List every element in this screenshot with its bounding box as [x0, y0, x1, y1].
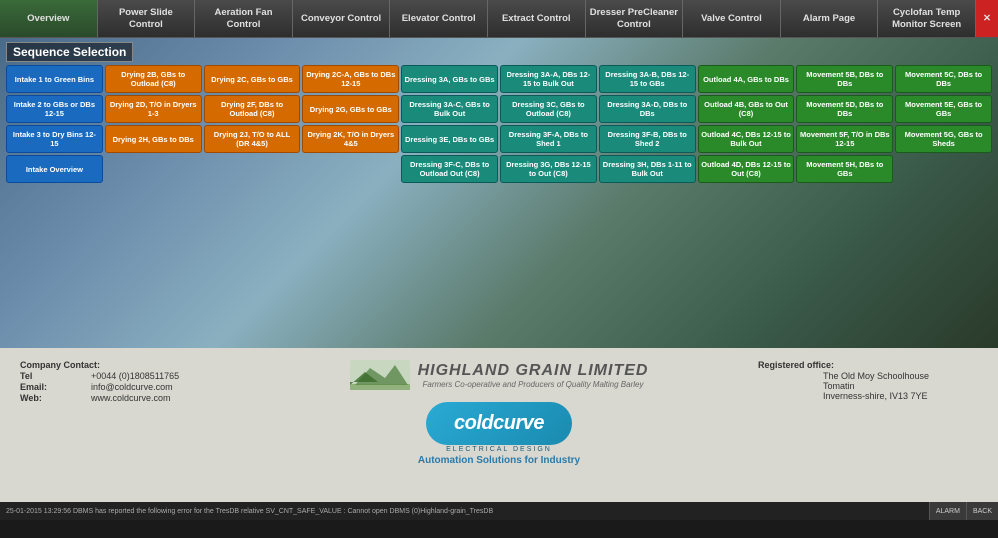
reg-address1: The Old Moy Schoolhouse	[823, 371, 978, 381]
seq-btn-intake1[interactable]: Intake 1 to Green Bins	[6, 65, 103, 93]
main-area: Sequence Selection Intake 1 to Green Bin…	[0, 38, 998, 348]
seq-btn-dress3aa[interactable]: Dressing 3A-A, DBs 12-15 to Bulk Out	[500, 65, 597, 93]
automation-text: Automation Solutions for Industry	[418, 455, 580, 466]
reg-label: Registered office:	[758, 360, 834, 370]
seq-btn-dry2c[interactable]: Drying 2C, GBs to GBs	[204, 65, 301, 93]
highland-sub: Farmers Co-operative and Producers of Qu…	[418, 380, 649, 389]
seq-btn-dress3ac[interactable]: Dressing 3A-C, GBs to Bulk Out	[401, 95, 498, 123]
tel-value: +0044 (0)1808511765	[91, 371, 179, 381]
nav-aeration-fan[interactable]: Aeration Fan Control	[195, 0, 293, 37]
seq-btn-empty4	[895, 155, 992, 183]
seq-btn-dress3fc[interactable]: Dressing 3F-C, DBs to Outload Out (C8)	[401, 155, 498, 183]
nav-valve[interactable]: Valve Control	[683, 0, 781, 37]
tel-label: Tel	[20, 371, 85, 381]
seq-btn-out4d[interactable]: Outload 4D, DBs 12-15 to Out (C8)	[698, 155, 795, 183]
seq-btn-mov5f[interactable]: Movement 5F, T/O in DBs 12-15	[796, 125, 893, 153]
sequence-title: Sequence Selection	[6, 42, 133, 62]
seq-btn-dry2g[interactable]: Drying 2G, GBs to GBs	[302, 95, 399, 123]
seq-btn-dress3c[interactable]: Dressing 3C, GBs to Outload (C8)	[500, 95, 597, 123]
coldcurve-oval: coldcurve	[426, 402, 572, 445]
reg-address2: Tomatin	[823, 381, 978, 391]
seq-btn-dress3ad[interactable]: Dressing 3A-D, DBs to DBs	[599, 95, 696, 123]
seq-btn-dry2k[interactable]: Drying 2K, T/O in Dryers 4&5	[302, 125, 399, 153]
seq-btn-dress3g[interactable]: Dressing 3G, DBs 12-15 to Out (C8)	[500, 155, 597, 183]
seq-btn-dry2b[interactable]: Drying 2B, GBs to Outload (C8)	[105, 65, 202, 93]
seq-btn-dry2f[interactable]: Drying 2F, DBs to Outload (C8)	[204, 95, 301, 123]
seq-btn-dress3h[interactable]: Dressing 3H, DBs 1-11 to Bulk Out	[599, 155, 696, 183]
seq-btn-dress3fb[interactable]: Dressing 3F-B, DBs to Shed 2	[599, 125, 696, 153]
seq-btn-out4a[interactable]: Outload 4A, GBs to DBs	[698, 65, 795, 93]
seq-btn-out4c[interactable]: Outload 4C, DBs 12-15 to Bulk Out	[698, 125, 795, 153]
nav-cyclofan[interactable]: Cyclofan Temp Monitor Screen	[878, 0, 976, 37]
bottom-right-buttons: ALARM BACK	[929, 502, 998, 520]
sequence-panel: Sequence Selection Intake 1 to Green Bin…	[0, 38, 998, 187]
web-label: Web:	[20, 393, 85, 403]
bottom-panel: Company Contact: Tel +0044 (0)1808511765…	[0, 348, 998, 520]
email-label: Email:	[20, 382, 85, 392]
center-logo: HIGHLAND GRAIN LIMITED Farmers Co-operat…	[250, 360, 748, 466]
nav-power-slide[interactable]: Power Slide Control	[98, 0, 196, 37]
nav-alarm[interactable]: Alarm Page	[781, 0, 879, 37]
left-contact: Company Contact: Tel +0044 (0)1808511765…	[20, 360, 240, 404]
status-text: 25-01-2015 13:29:56 DBMS has reported th…	[6, 508, 493, 515]
right-contact: Registered office: The Old Moy Schoolhou…	[758, 360, 978, 401]
coldcurve-name: coldcurve	[454, 412, 544, 435]
seq-btn-dress3a[interactable]: Dressing 3A, GBs to GBs	[401, 65, 498, 93]
status-bar: 25-01-2015 13:29:56 DBMS has reported th…	[0, 502, 998, 520]
nav-overview[interactable]: Overview	[0, 0, 98, 37]
seq-btn-mov5e[interactable]: Movement 5E, GBs to GBs	[895, 95, 992, 123]
seq-btn-dry2h[interactable]: Drying 2H, GBs to DBs	[105, 125, 202, 153]
highland-name: HIGHLAND GRAIN LIMITED	[418, 362, 649, 380]
seq-btn-mov5c[interactable]: Movement 5C, DBs to DBs	[895, 65, 992, 93]
coldcurve-logo: coldcurve ELECTRICAL DESIGN Automation S…	[418, 402, 580, 466]
seq-btn-mov5d[interactable]: Movement 5D, DBs to DBs	[796, 95, 893, 123]
seq-btn-dress3e[interactable]: Dressing 3E, DBs to GBs	[401, 125, 498, 153]
seq-btn-out4b[interactable]: Outload 4B, GBs to Out (C8)	[698, 95, 795, 123]
seq-btn-empty2	[204, 155, 301, 183]
seq-btn-mov5h[interactable]: Movement 5H, DBs to GBs	[796, 155, 893, 183]
email-value: info@coldcurve.com	[91, 382, 173, 392]
seq-btn-dry2j[interactable]: Drying 2J, T/O to ALL (DR 4&5)	[204, 125, 301, 153]
alarm-button[interactable]: ALARM	[929, 502, 966, 520]
seq-btn-intake3[interactable]: Intake 3 to Dry Bins 12-15	[6, 125, 103, 153]
seq-btn-mov5b[interactable]: Movement 5B, DBs to DBs	[796, 65, 893, 93]
sequence-grid: Intake 1 to Green Bins Drying 2B, GBs to…	[6, 65, 992, 183]
seq-btn-empty3	[302, 155, 399, 183]
coldcurve-subtext: ELECTRICAL DESIGN	[446, 446, 552, 453]
nav-extract[interactable]: Extract Control	[488, 0, 586, 37]
web-value: www.coldcurve.com	[91, 393, 171, 403]
nav-conveyor[interactable]: Conveyor Control	[293, 0, 391, 37]
top-navigation: Overview Power Slide Control Aeration Fa…	[0, 0, 998, 38]
seq-btn-dress3ab[interactable]: Dressing 3A-B, DBs 12-15 to GBs	[599, 65, 696, 93]
seq-btn-dress3fa[interactable]: Dressing 3F-A, DBs to Shed 1	[500, 125, 597, 153]
nav-elevator[interactable]: Elevator Control	[390, 0, 488, 37]
nav-dresser[interactable]: Dresser PreCleaner Control	[586, 0, 684, 37]
nav-close-button[interactable]: ✕	[976, 0, 998, 37]
company-area: Company Contact: Tel +0044 (0)1808511765…	[0, 348, 998, 474]
seq-btn-dry2d[interactable]: Drying 2D, T/O in Dryers 1-3	[105, 95, 202, 123]
seq-btn-empty1	[105, 155, 202, 183]
seq-btn-mov5g[interactable]: Movement 5G, GBs to Sheds	[895, 125, 992, 153]
highland-icon	[350, 360, 410, 390]
seq-btn-dry2ca[interactable]: Drying 2C-A, GBs to DBs 12-15	[302, 65, 399, 93]
reg-address3: Inverness-shire, IV13 7YE	[823, 391, 978, 401]
contact-label: Company Contact:	[20, 360, 100, 370]
seq-btn-intake2[interactable]: Intake 2 to GBs or DBs 12-15	[6, 95, 103, 123]
highland-logo: HIGHLAND GRAIN LIMITED Farmers Co-operat…	[350, 360, 649, 390]
back-button[interactable]: BACK	[966, 502, 998, 520]
seq-btn-intake-overview[interactable]: Intake Overview	[6, 155, 103, 183]
